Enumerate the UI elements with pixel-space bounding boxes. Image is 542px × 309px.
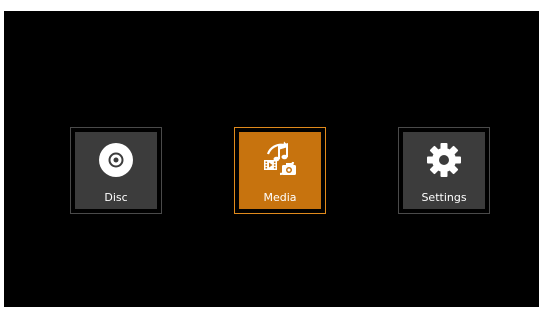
- media-menu-item[interactable]: Media: [234, 127, 326, 214]
- settings-label: Settings: [421, 191, 467, 204]
- settings-menu-item[interactable]: Settings: [398, 127, 490, 214]
- disc-icon: [99, 143, 133, 177]
- disc-label: Disc: [104, 191, 128, 204]
- media-icon: [264, 141, 296, 176]
- media-label: Media: [263, 191, 297, 204]
- gear-icon: [427, 143, 461, 177]
- menu-screen: Disc Media Settings: [4, 11, 539, 307]
- disc-menu-item[interactable]: Disc: [70, 127, 162, 214]
- settings-tile[interactable]: Settings: [403, 132, 485, 209]
- media-tile[interactable]: Media: [239, 132, 321, 209]
- disc-tile[interactable]: Disc: [75, 132, 157, 209]
